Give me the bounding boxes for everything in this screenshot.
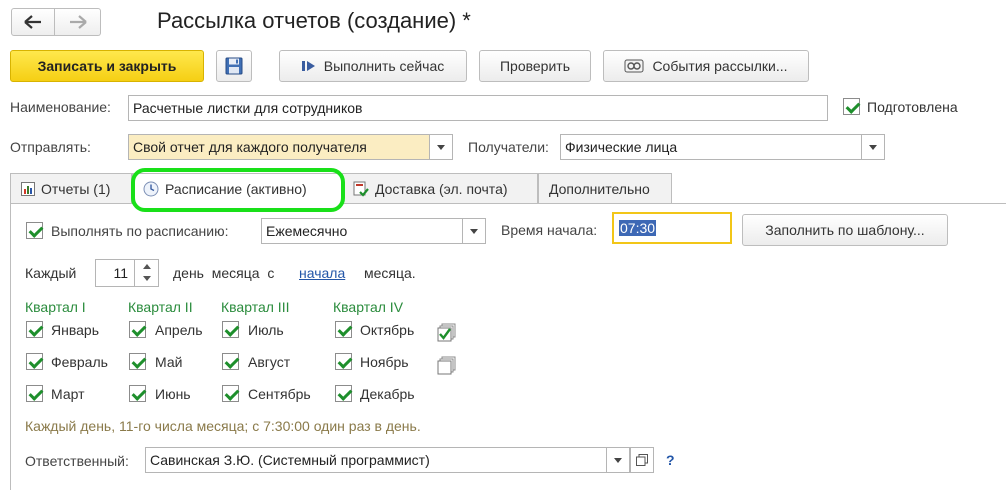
name-field[interactable]: Расчетные листки для сотрудников: [128, 95, 828, 121]
check-all-icon: [437, 323, 456, 342]
prepared-label: Подготовлена: [867, 99, 958, 115]
delivery-check-icon: [353, 181, 369, 197]
select-all-months-button[interactable]: [437, 323, 457, 343]
save-button[interactable]: [216, 50, 252, 82]
month-september-checkbox[interactable]: [222, 385, 239, 402]
spinner-buttons: [134, 260, 158, 286]
chevron-down-icon: [437, 144, 445, 150]
month-october-checkbox[interactable]: [335, 321, 352, 338]
run-now-label: Выполнить сейчас: [323, 58, 445, 74]
recipients-dropdown-button[interactable]: [861, 134, 885, 160]
save-close-button[interactable]: Записать и закрыть: [10, 50, 204, 82]
month-march-checkbox[interactable]: [26, 385, 43, 402]
chevron-down-icon: [869, 144, 877, 150]
send-mode-dropdown-button[interactable]: [429, 134, 453, 160]
arrow-left-icon: [24, 15, 41, 29]
chevron-down-icon: [470, 228, 478, 234]
start-time-field[interactable]: 07:30: [612, 212, 732, 244]
tab-delivery[interactable]: Доставка (эл. почта): [342, 173, 538, 203]
arrow-right-icon: [69, 15, 87, 29]
every-label: Каждый: [25, 265, 77, 281]
open-window-icon: [636, 454, 648, 466]
month-june-checkbox[interactable]: [129, 385, 146, 402]
schedule-summary: Каждый день, 11-го числа месяца; с 7:30:…: [25, 418, 421, 434]
tab-delivery-label: Доставка (эл. почта): [375, 180, 508, 197]
month-april-checkbox[interactable]: [129, 321, 146, 338]
month-december-checkbox[interactable]: [335, 385, 352, 402]
chevron-down-icon: [614, 457, 622, 463]
quarter-2-title: Квартал II: [128, 299, 193, 315]
tab-additional-label: Дополнительно: [549, 180, 650, 197]
events-log-icon: [624, 59, 644, 73]
tab-additional[interactable]: Дополнительно: [538, 173, 672, 203]
nav-back-button[interactable]: [11, 8, 55, 36]
clear-all-months-button[interactable]: [437, 356, 457, 376]
month-january-label: Январь: [51, 322, 99, 338]
spinner-down-icon[interactable]: [143, 276, 151, 281]
start-time-value: 07:30: [619, 220, 657, 236]
day-of-month-label: день месяца с: [173, 265, 275, 281]
active-tab-highlight: [131, 168, 345, 212]
send-label: Отправлять:: [10, 139, 91, 155]
events-label: События рассылки...: [652, 58, 788, 74]
responsible-dropdown-button[interactable]: [606, 447, 630, 473]
quarter-1-title: Квартал I: [25, 299, 86, 315]
quarter-3-title: Квартал III: [221, 299, 290, 315]
month-suffix-label: месяца.: [364, 265, 416, 281]
month-september-label: Сентябрь: [248, 386, 311, 402]
tab-reports[interactable]: Отчеты (1): [10, 173, 132, 203]
run-by-schedule-label: Выполнять по расписанию:: [51, 223, 229, 239]
responsible-field[interactable]: Савинская З.Ю. (Системный программист): [145, 447, 607, 473]
recipients-label: Получатели:: [468, 139, 549, 155]
run-now-button[interactable]: Выполнить сейчас: [279, 50, 467, 82]
month-march-label: Март: [51, 386, 85, 402]
period-select[interactable]: Ежемесячно: [261, 218, 463, 244]
day-spinner-value: 11: [113, 265, 128, 281]
send-mode-select[interactable]: Свой отчет для каждого получателя: [128, 134, 430, 160]
recipients-select[interactable]: Физические лица: [560, 134, 862, 160]
report-chart-icon: [21, 181, 35, 196]
spinner-up-icon[interactable]: [143, 264, 151, 269]
month-october-label: Октябрь: [360, 322, 415, 338]
month-december-label: Декабрь: [360, 386, 415, 402]
month-june-label: Июнь: [155, 386, 191, 402]
tab-reports-label: Отчеты (1): [41, 180, 111, 197]
responsible-open-button[interactable]: [630, 447, 654, 473]
start-time-label: Время начала:: [501, 222, 598, 238]
run-icon: [301, 61, 315, 71]
fill-template-button[interactable]: Заполнить по шаблону...: [742, 214, 948, 246]
tab-panel-border: [10, 203, 11, 490]
month-july-checkbox[interactable]: [222, 321, 239, 338]
month-may-label: Май: [155, 354, 183, 370]
period-dropdown-button[interactable]: [462, 218, 486, 244]
prepared-checkbox[interactable]: [843, 98, 860, 115]
check-button[interactable]: Проверить: [479, 50, 591, 82]
page-title: Рассылка отчетов (создание) *: [157, 8, 471, 33]
quarter-4-title: Квартал IV: [333, 299, 404, 315]
run-by-schedule-checkbox[interactable]: [26, 222, 43, 239]
month-may-checkbox[interactable]: [129, 353, 146, 370]
floppy-disk-icon: [225, 57, 243, 75]
month-august-checkbox[interactable]: [222, 353, 239, 370]
help-icon[interactable]: ?: [666, 452, 675, 468]
month-july-label: Июль: [248, 322, 284, 338]
month-august-label: Август: [248, 354, 291, 370]
month-november-checkbox[interactable]: [335, 353, 352, 370]
name-label: Наименование:: [10, 99, 111, 115]
month-january-checkbox[interactable]: [26, 321, 43, 338]
month-february-label: Февраль: [51, 354, 108, 370]
responsible-label: Ответственный:: [25, 453, 129, 469]
month-april-label: Апрель: [155, 322, 203, 338]
nav-forward-button[interactable]: [55, 8, 101, 36]
uncheck-all-icon: [437, 356, 456, 375]
month-february-checkbox[interactable]: [26, 353, 43, 370]
day-spinner[interactable]: 11: [95, 259, 159, 287]
from-start-link[interactable]: начала: [299, 265, 345, 281]
month-november-label: Ноябрь: [360, 354, 409, 370]
events-button[interactable]: События рассылки...: [603, 50, 809, 82]
